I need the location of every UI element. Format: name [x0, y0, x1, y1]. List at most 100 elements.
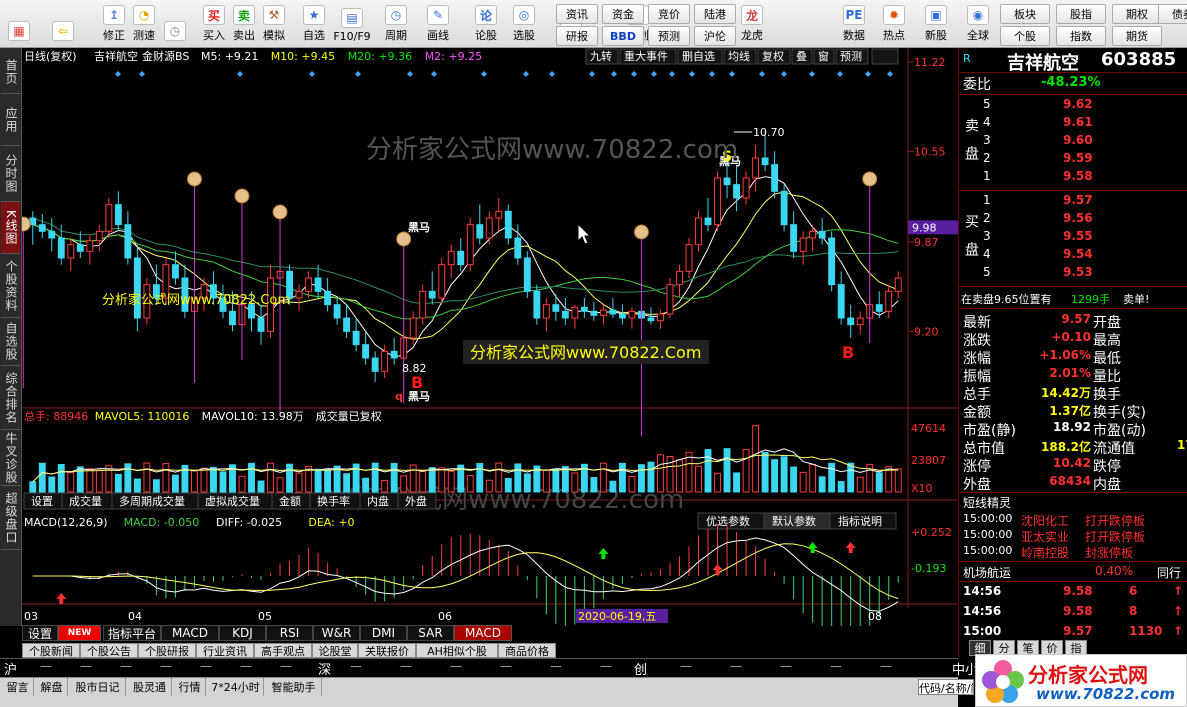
pill-button-5[interactable]: BBD [602, 26, 644, 46]
sidebar-tab-5[interactable]: 自选股 [1, 318, 20, 366]
ticker-placeholder: — [40, 659, 52, 673]
candle-body [828, 237, 836, 286]
pill-button-3[interactable]: 陆港 [694, 4, 736, 24]
pill-button-9[interactable]: 股指 [1056, 4, 1106, 24]
volume-tab-3[interactable]: 虚拟成交量 [205, 494, 260, 508]
pill-button-10[interactable]: 期权 [1112, 4, 1162, 24]
indicator-tab-3[interactable]: MACD [161, 625, 219, 641]
info-tab-8[interactable]: 商品价格 [498, 643, 556, 658]
indicator-tab-8[interactable]: SAR [407, 625, 454, 641]
indicator-tab-1[interactable]: NEW [58, 625, 101, 641]
macd-button-2[interactable]: 指标说明 [838, 514, 882, 528]
candle-body [761, 157, 769, 166]
trade-price-2: 9.57 [1063, 624, 1093, 638]
toolbar-button-9[interactable]: ▤ F10/F9 [333, 2, 371, 46]
chart-button-5[interactable]: 叠 [796, 50, 807, 63]
indicator-tab-2[interactable]: 指标平台 [103, 625, 161, 641]
pill-button-0[interactable]: 资讯 [556, 4, 598, 24]
indicator-tab-5[interactable]: RSI [266, 625, 313, 641]
info-tab-2[interactable]: 个股研报 [138, 643, 196, 658]
toolbar-button-20[interactable]: ◉ 全球 [960, 2, 996, 46]
volume-tab-2[interactable]: 多周期成交量 [119, 494, 185, 508]
info-tab-5[interactable]: 论股堂 [312, 643, 358, 658]
volume-tab-4[interactable]: 金额 [279, 494, 301, 508]
ask-price-4: 9.58 [1063, 169, 1093, 183]
chart-button-1[interactable]: 重大事件 [624, 49, 668, 63]
toolbar-button-1[interactable]: ⇦ [48, 2, 78, 46]
volume-bar [599, 462, 607, 493]
chart-button-3[interactable]: 均线 [728, 49, 750, 63]
toolbar-button-3[interactable]: ◔ 测速 [126, 2, 162, 46]
info-tab-3[interactable]: 行业资讯 [196, 643, 254, 658]
chart-button-4[interactable]: 复权 [762, 49, 784, 63]
sidebar-tab-1[interactable]: 应用 [1, 94, 20, 146]
pill-button-13[interactable]: 指数 [1056, 26, 1106, 46]
volume-tab-7[interactable]: 外盘 [405, 494, 427, 508]
info-tab-0[interactable]: 个股新闻 [22, 643, 80, 658]
status-button-1[interactable]: 解盘 [36, 678, 68, 696]
toolbar-button-13[interactable]: ◎ 选股 [506, 2, 542, 46]
pill-button-7[interactable]: 沪伦 [694, 26, 736, 46]
toolbar-button-4[interactable]: ◷ [160, 2, 190, 46]
stat-label2-4: 换手 [1093, 387, 1121, 403]
toolbar-button-10[interactable]: ◷ 周期 [378, 2, 414, 46]
toolbar-button-12[interactable]: 论论股 [468, 2, 504, 46]
peers-label: 同行 [1157, 566, 1182, 580]
chart-button-7[interactable]: 预测 [840, 50, 862, 63]
kline-chart[interactable]: 日线(复权) 吉祥航空 金财源BS M5: +9.21 M10: +9.45 M20: +… [15, 48, 958, 632]
toolbar-button-19[interactable]: ▣ 新股 [918, 2, 954, 46]
info-tab-1[interactable]: 个股公告 [80, 643, 138, 658]
sidebar-tab-6[interactable]: 综合排名 [1, 366, 20, 430]
indicator-tab-6[interactable]: W&R [313, 625, 360, 641]
toolbar-button-18[interactable]: ✹ 热点 [876, 2, 912, 46]
code-search-input[interactable]: 代码/名称/简 [918, 679, 974, 695]
volume-bar [362, 477, 370, 493]
status-button-3[interactable]: 股灵通 [128, 678, 172, 696]
select-stock-icon: ◎ [513, 5, 535, 25]
volume-tab-1[interactable]: 成交量 [69, 494, 102, 508]
indicator-tab-4[interactable]: KDJ [219, 625, 266, 641]
status-button-0[interactable]: 留言 [2, 678, 34, 696]
sidebar-tab-3[interactable]: K线图 [1, 202, 20, 254]
sidebar-tab-8[interactable]: 超级盘口 [1, 486, 20, 550]
chart-button-2[interactable]: 删自选 [682, 50, 715, 63]
sidebar-tab-4[interactable]: 个股资料 [1, 254, 20, 318]
chart-button-0[interactable]: 九转 [590, 49, 612, 63]
volume-tab-5[interactable]: 换手率 [317, 494, 350, 508]
indicator-tab-0[interactable]: 设置 [22, 625, 58, 641]
status-button-2[interactable]: 股市日记 [70, 678, 126, 696]
volume-bar [752, 425, 760, 493]
macd-button-0[interactable]: 优选参数 [706, 514, 750, 528]
info-tab-4[interactable]: 高手观点 [254, 643, 312, 658]
chart-button-6[interactable]: 窗 [818, 49, 829, 63]
pill-button-2[interactable]: 竞价 [648, 4, 690, 24]
pill-button-1[interactable]: 资金 [602, 4, 644, 24]
toolbar-button-16[interactable]: 龙龙虎 [734, 2, 770, 46]
toolbar-button-7[interactable]: ⚒ 模拟 [256, 2, 292, 46]
pin-icon[interactable] [871, 48, 899, 65]
sidebar-tab-0[interactable]: 首页 [1, 50, 20, 94]
info-tab-6[interactable]: 关联报价 [358, 643, 416, 658]
toolbar-button-17[interactable]: PE 数据 [836, 2, 872, 46]
macd-button-1[interactable]: 默认参数 [772, 514, 816, 528]
indicator-tab-9[interactable]: MACD [454, 625, 512, 641]
info-tab-7[interactable]: AH相似个股 [416, 643, 498, 658]
status-button-6[interactable]: 智能助手 [266, 678, 322, 696]
sidebar-tab-7[interactable]: 牛叉诊股 [1, 430, 20, 486]
volume-tab-6[interactable]: 内盘 [367, 494, 389, 508]
status-button-4[interactable]: 行情 [174, 678, 206, 696]
pill-button-14[interactable]: 期货 [1112, 26, 1162, 46]
status-button-5[interactable]: 7*24小时 [208, 678, 264, 696]
pill-button-4[interactable]: 研报 [556, 26, 598, 46]
volume-tab-0[interactable]: 设置 [31, 495, 53, 508]
indicator-tab-7[interactable]: DMI [360, 625, 407, 641]
toolbar-button-8[interactable]: ★ 自选 [296, 2, 332, 46]
pill-button-6[interactable]: 预测 [648, 26, 690, 46]
stat-label2-3: 量比 [1093, 369, 1121, 385]
pill-button-8[interactable]: 板块 [1000, 4, 1050, 24]
pill-button-12[interactable]: 个股 [1000, 26, 1050, 46]
sidebar-tab-2[interactable]: 分时图 [1, 146, 20, 202]
pill-button-11[interactable]: 债券 [1158, 4, 1187, 24]
toolbar-button-0[interactable]: ▦ [4, 2, 34, 46]
toolbar-button-11[interactable]: ✎ 画线 [420, 2, 456, 46]
